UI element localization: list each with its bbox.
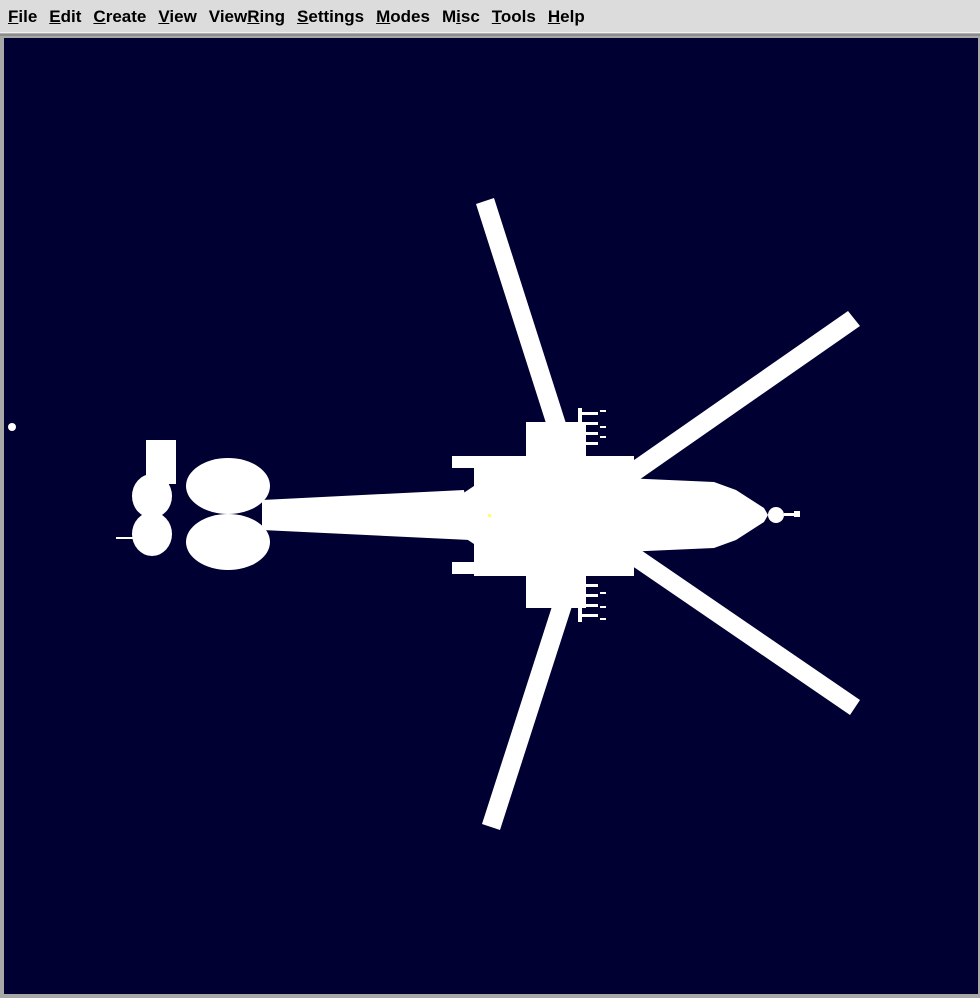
menu-settings-label-suffix: ettings bbox=[308, 6, 365, 26]
menu-create[interactable]: Create bbox=[87, 2, 152, 32]
menu-view-mnemonic: V bbox=[158, 6, 170, 26]
rocket-upper-tip-3[interactable] bbox=[600, 436, 606, 438]
rocket-lower-tip-3[interactable] bbox=[600, 618, 606, 620]
menu-edit-label-suffix: dit bbox=[60, 6, 82, 26]
pylon-lower[interactable] bbox=[578, 576, 582, 622]
menu-help[interactable]: Help bbox=[542, 2, 591, 32]
tail-stabilizer-lower[interactable] bbox=[186, 514, 270, 570]
3d-viewport[interactable] bbox=[4, 38, 978, 994]
menu-viewring-label-suffix: ing bbox=[259, 6, 286, 26]
menu-misc-label-suffix: sc bbox=[460, 6, 480, 26]
menu-file-mnemonic: F bbox=[8, 6, 19, 26]
rocket-lower-tip-2[interactable] bbox=[600, 606, 606, 608]
menu-settings[interactable]: Settings bbox=[291, 2, 370, 32]
rocket-lower-2[interactable] bbox=[582, 594, 598, 597]
menu-edit-mnemonic: E bbox=[49, 6, 61, 26]
menu-view-label-suffix: iew bbox=[169, 6, 197, 26]
menu-help-mnemonic: H bbox=[547, 6, 561, 26]
view-marker-dot[interactable] bbox=[8, 423, 16, 431]
rocket-upper-tip-2[interactable] bbox=[600, 426, 606, 428]
menu-view[interactable]: View bbox=[152, 2, 202, 32]
pylon-upper[interactable] bbox=[578, 408, 582, 454]
engine-intake-upper[interactable] bbox=[452, 456, 508, 468]
menu-tools-label-suffix: ools bbox=[500, 6, 536, 26]
rotor-hub-lower[interactable] bbox=[606, 546, 634, 574]
rocket-lower-1[interactable] bbox=[582, 584, 598, 587]
rocket-lower-tip-1[interactable] bbox=[600, 592, 606, 594]
rocket-upper-4[interactable] bbox=[582, 442, 598, 445]
rocket-upper-2[interactable] bbox=[582, 422, 598, 425]
tail-skid[interactable] bbox=[116, 537, 138, 539]
menu-file-label-suffix: ile bbox=[18, 6, 38, 26]
menu-viewring-label-prefix: View bbox=[208, 6, 248, 26]
menu-modes-mnemonic: M bbox=[376, 6, 391, 26]
menu-misc-label-prefix: M bbox=[441, 6, 457, 26]
wing-stub-lower[interactable] bbox=[526, 568, 586, 608]
menu-create-label-suffix: reate bbox=[105, 6, 147, 26]
rocket-lower-4[interactable] bbox=[582, 614, 598, 617]
menu-misc[interactable]: Misc bbox=[436, 2, 486, 32]
menu-help-label-suffix: elp bbox=[560, 6, 585, 26]
viewport-canvas[interactable] bbox=[4, 38, 978, 994]
menu-viewring-mnemonic: R bbox=[247, 6, 260, 26]
menu-edit[interactable]: Edit bbox=[43, 2, 87, 32]
tail-stabilizer-upper[interactable] bbox=[186, 458, 270, 514]
rocket-upper-1[interactable] bbox=[582, 412, 598, 415]
nose-probe-tip[interactable] bbox=[794, 511, 800, 517]
tail-stabilizer-tip-lower[interactable] bbox=[132, 512, 172, 556]
menu-bar: File Edit Create View ViewRing Settings Modes M… bbox=[0, 0, 980, 34]
rocket-upper-3[interactable] bbox=[582, 432, 598, 435]
menu-tools-mnemonic: T bbox=[491, 6, 501, 26]
menu-modes-label-suffix: odes bbox=[390, 6, 430, 26]
rocket-upper-tip-1[interactable] bbox=[600, 410, 606, 412]
nose-sensor[interactable] bbox=[768, 507, 784, 523]
tail-stabilizer-tip-upper[interactable] bbox=[132, 474, 172, 518]
rotor-hub-upper[interactable] bbox=[606, 456, 634, 484]
engine-intake-lower[interactable] bbox=[452, 562, 508, 574]
wing-stub-upper[interactable] bbox=[526, 422, 586, 462]
rocket-lower-3[interactable] bbox=[582, 604, 598, 607]
menu-viewring[interactable]: ViewRing bbox=[203, 2, 291, 32]
menu-file[interactable]: File bbox=[2, 2, 43, 32]
origin-marker bbox=[488, 514, 491, 517]
menu-create-mnemonic: C bbox=[93, 6, 106, 26]
menu-tools[interactable]: Tools bbox=[486, 2, 542, 32]
menu-settings-mnemonic: S bbox=[297, 6, 309, 26]
menu-modes[interactable]: Modes bbox=[370, 2, 436, 32]
